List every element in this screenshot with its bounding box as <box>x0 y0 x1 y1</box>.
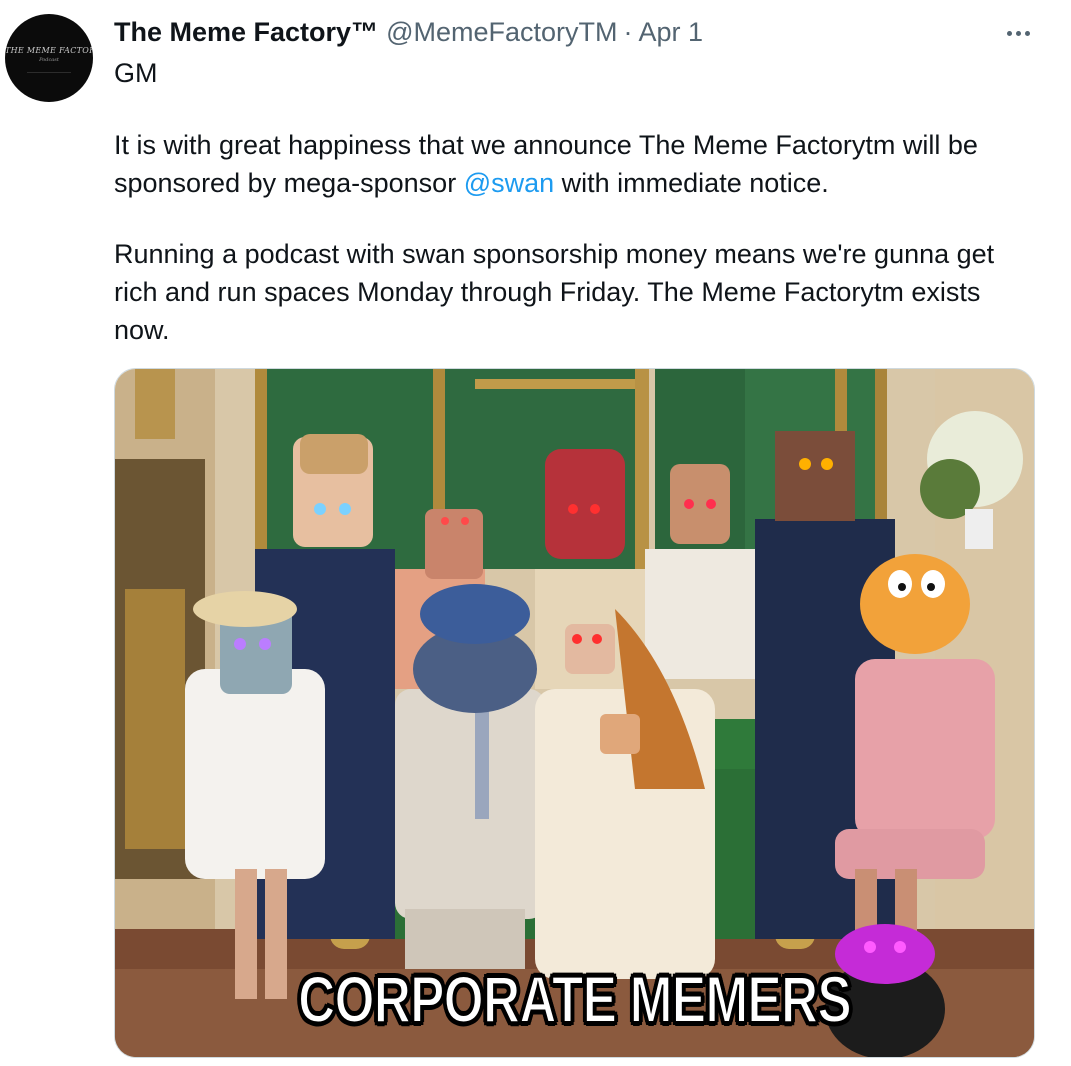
tweet-text-segment: with immediate notice. <box>554 168 829 198</box>
user-handle[interactable]: @MemeFactoryTM <box>386 17 617 48</box>
tweet-header: The Meme Factory™ @MemeFactoryTM · Apr 1 <box>114 14 1031 50</box>
avatar-logo-line <box>27 72 71 73</box>
separator-dot: · <box>623 16 633 47</box>
more-options-button[interactable] <box>996 18 1040 48</box>
avatar-logo-subtext: Podcast <box>39 57 59 63</box>
tweet-text-line: GM <box>114 58 158 88</box>
tweet-text-line: Running a podcast with swan sponsorship … <box>114 239 995 269</box>
tweet-text-line: sponsored by mega-sponsor @swan with imm… <box>114 164 829 202</box>
tweet: THE MEME FACTORY™ Podcast The Meme Facto… <box>0 0 1071 1066</box>
avatar[interactable]: THE MEME FACTORY™ Podcast <box>5 14 93 102</box>
more-horizontal-icon <box>1005 30 1032 36</box>
mention-link[interactable]: @swan <box>464 168 554 198</box>
tweet-media-image[interactable]: CORPORATE MEMERS <box>114 368 1035 1058</box>
avatar-logo-text: THE MEME FACTORY™ <box>5 46 93 55</box>
tweet-text-segment: sponsored by mega-sponsor <box>114 168 464 198</box>
tweet-text-line: rich and run spaces Monday through Frida… <box>114 277 981 307</box>
tweet-text-line: now. <box>114 315 170 345</box>
display-name[interactable]: The Meme Factory™ <box>114 17 378 48</box>
meme-caption: CORPORATE MEMERS <box>297 961 852 1037</box>
meme-image <box>115 369 1034 1057</box>
tweet-text-line: It is with great happiness that we annou… <box>114 130 978 160</box>
tweet-date[interactable]: Apr 1 <box>639 17 704 48</box>
